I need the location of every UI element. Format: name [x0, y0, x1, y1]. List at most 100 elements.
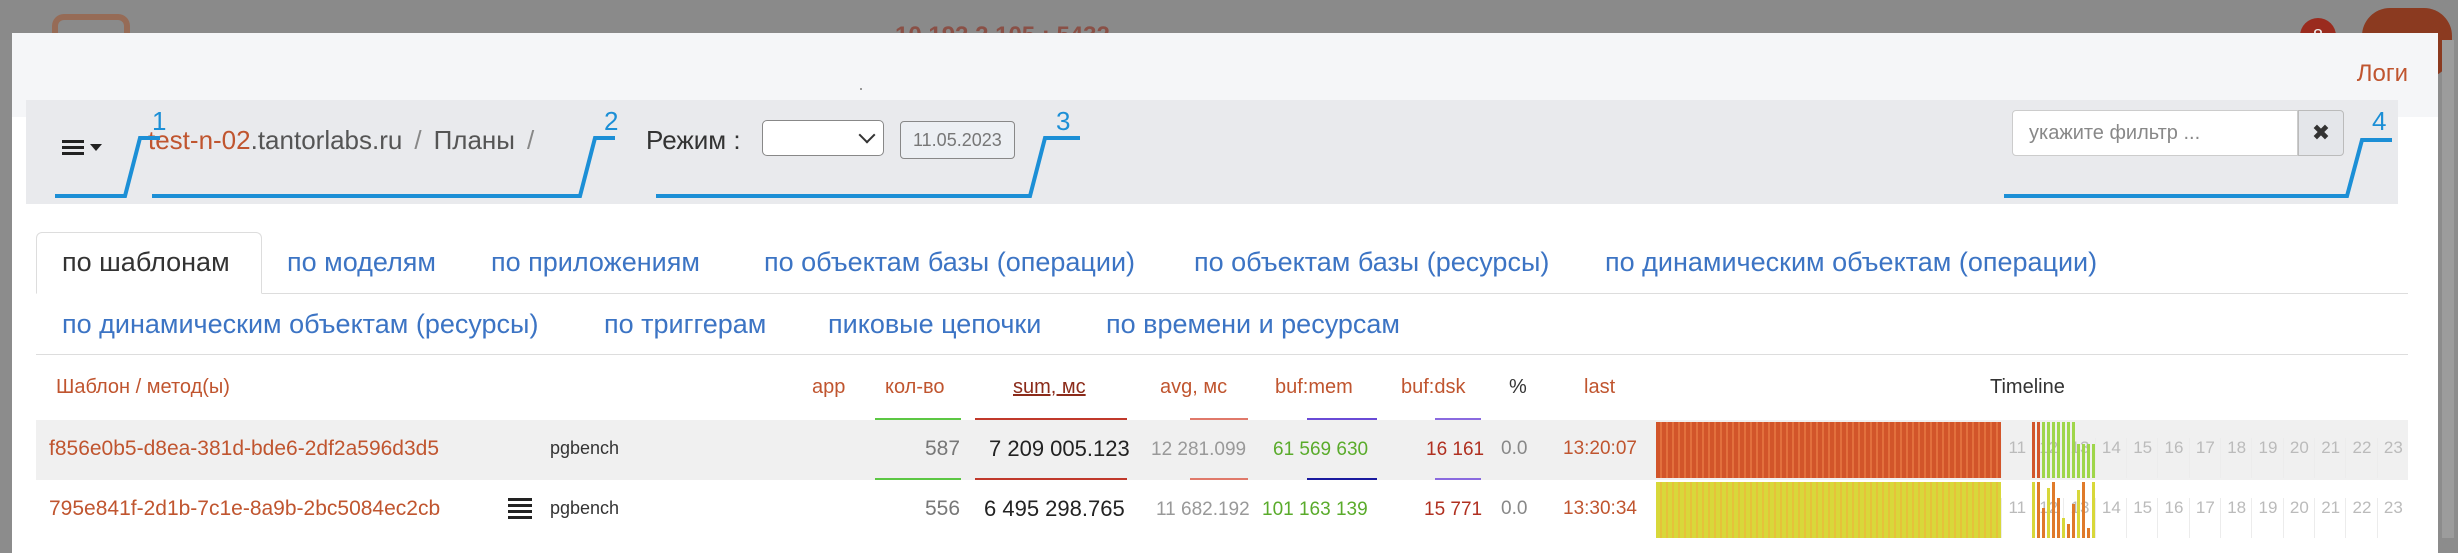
timeline-activity-bar: [2032, 422, 2035, 478]
table-row[interactable]: f856e0b5-d8ea-381d-bde6-2df2a596d3d5 pgb…: [36, 420, 2408, 480]
row-bufmem: 61 569 630: [1273, 439, 1369, 460]
close-icon: ✖: [2311, 120, 2331, 145]
timeline-activity-bar: [2082, 482, 2085, 538]
row-template-link[interactable]: 795e841f-2d1b-7c1e-8a9b-2bc5084ec2cb: [49, 497, 440, 521]
timeline-activity-bar: [2072, 504, 2075, 538]
filter-clear-button[interactable]: ✖: [2298, 110, 2344, 156]
row-app: pgbench: [550, 498, 620, 518]
row-pct: 0.0: [1501, 438, 1528, 459]
tab-dynamic-objects-operations[interactable]: по динамическим объектам (операции): [1605, 247, 2097, 278]
row-avg: 11 682.192: [1156, 499, 1250, 520]
row-bufdsk: 16 161: [1426, 439, 1485, 460]
timeline-hour-label: 20: [2282, 498, 2315, 538]
timeline-hour-label: 19: [2251, 438, 2283, 478]
timeline-activity-bar: [2077, 444, 2080, 478]
timeline-hour-label: 22: [2345, 438, 2377, 478]
timeline-activity-bar: [2042, 508, 2045, 538]
tab-by-models[interactable]: по моделям: [287, 247, 436, 278]
col-header-sum[interactable]: sum, мс: [1013, 376, 1086, 399]
col-header-template[interactable]: Шаблон / метод(ы): [56, 376, 230, 399]
timeline-activity-bar: [1656, 482, 2001, 538]
breadcrumb-host-suffix[interactable]: .tantorlabs.ru: [251, 125, 403, 155]
timeline-hour-label: 18: [2220, 438, 2252, 478]
timeline-activity-bar: [2067, 422, 2070, 478]
logs-link[interactable]: Логи: [2357, 60, 2408, 88]
callout-label-4: 4: [2372, 106, 2387, 136]
row-sum: 6 495 298.765: [984, 496, 1125, 521]
breadcrumb-section[interactable]: Планы: [434, 125, 515, 155]
row-timeline: 01234567891011121314151617181920212223: [1656, 422, 2408, 478]
col-header-pct[interactable]: %: [1509, 376, 1527, 399]
timeline-activity-bar: [2062, 422, 2065, 478]
col-header-timeline: Timeline: [1990, 376, 2065, 398]
timeline-hour-label: 16: [2157, 438, 2189, 478]
timeline-hour-label: 15: [2126, 498, 2158, 538]
timeline-activity-bar: [2077, 490, 2080, 538]
row-bufdsk: 15 771: [1424, 499, 1483, 520]
tab-by-applications[interactable]: по приложениям: [491, 247, 700, 278]
col-header-count[interactable]: кол-во: [885, 376, 945, 399]
row-pct: 0.0: [1501, 498, 1528, 519]
row-avg: 12 281.099: [1151, 439, 1247, 460]
row-count: 587: [925, 437, 961, 460]
date-button[interactable]: 11.05.2023: [900, 121, 1015, 159]
timeline-hour-label: 11: [2000, 438, 2033, 478]
toolbar: test-n-02.tantorlabs.ru / Планы / Режим : 1…: [26, 100, 2398, 204]
list-icon: [62, 139, 84, 155]
timeline-activity-bar: [2037, 422, 2040, 478]
timeline-activity-bar: [2032, 482, 2035, 538]
breadcrumb: test-n-02.tantorlabs.ru / Планы /: [148, 125, 546, 156]
timeline-hour-label: 23: [2376, 438, 2409, 478]
timeline-hour-label: 17: [2188, 438, 2221, 478]
col-header-app[interactable]: app: [812, 376, 845, 399]
timeline-hour-label: 20: [2282, 438, 2315, 478]
timeline-activity-bar: [2052, 482, 2055, 538]
row-timeline: 01234567891011121314151617181920212223: [1656, 482, 2408, 538]
row-last: 13:30:34: [1563, 498, 1637, 519]
tab-peak-chains[interactable]: пиковые цепочки: [828, 309, 1041, 340]
timeline-activity-bar: [2087, 444, 2090, 478]
callout-label-2: 2: [604, 106, 619, 136]
timeline-activity-bar: [2057, 422, 2060, 478]
timeline-activity-bar: [2047, 422, 2050, 478]
tabs-bottom-divider: [36, 354, 2408, 355]
timeline-hour-label: 18: [2220, 498, 2252, 538]
mode-label: Режим :: [646, 125, 741, 155]
mode-select[interactable]: [762, 120, 884, 156]
timeline-hour-label: 21: [2314, 438, 2346, 478]
timeline-hour-label: 11: [2000, 498, 2033, 538]
timeline-hour-label: 16: [2157, 498, 2189, 538]
timeline-activity-bar: [2092, 444, 2095, 478]
timeline-activity-bar: [2087, 528, 2090, 538]
timeline-hour-label: 14: [2094, 498, 2127, 538]
timeline-activity-bar: [2067, 524, 2070, 538]
timeline-hour-label: 15: [2126, 438, 2158, 478]
timeline-activity-bar: [2062, 518, 2065, 538]
col-header-bufmem[interactable]: buf:mem: [1275, 376, 1353, 399]
timeline-activity-bar: [2047, 488, 2050, 538]
filter-input[interactable]: [2012, 110, 2298, 156]
callout-label-3: 3: [1056, 106, 1071, 136]
tab-by-templates[interactable]: по шаблонам: [62, 247, 230, 278]
tab-db-objects-operations[interactable]: по объектам базы (операции): [764, 247, 1135, 278]
row-bufmem: 101 163 139: [1262, 499, 1368, 520]
timeline-activity-bar: [1656, 422, 2001, 478]
timeline-hour-label: 23: [2376, 498, 2409, 538]
col-header-last[interactable]: last: [1584, 376, 1615, 399]
col-header-avg[interactable]: avg, мс: [1160, 376, 1227, 399]
tab-dynamic-objects-resources[interactable]: по динамическим объектам (ресурсы): [62, 309, 538, 340]
tab-db-objects-resources[interactable]: по объектам базы (ресурсы): [1194, 247, 1549, 278]
table-row[interactable]: 795e841f-2d1b-7c1e-8a9b-2bc5084ec2cb pgb…: [36, 480, 2408, 540]
menu-dropdown-button[interactable]: [62, 124, 122, 170]
row-template-link[interactable]: f856e0b5-d8ea-381d-bde6-2df2a596d3d5: [49, 437, 439, 461]
timeline-hour-label: 22: [2345, 498, 2377, 538]
col-header-bufdsk[interactable]: buf:dsk: [1401, 376, 1465, 399]
timeline-activity-bar: [2057, 498, 2060, 538]
callout-label-1: 1: [152, 106, 167, 136]
timeline-hour-label: 19: [2251, 498, 2283, 538]
tab-time-and-resources[interactable]: по времени и ресурсам: [1106, 309, 1400, 340]
methods-list-icon[interactable]: [508, 498, 532, 519]
background-scrollbar[interactable]: [2442, 40, 2454, 538]
row-count: 556: [925, 497, 961, 520]
tab-by-triggers[interactable]: по триггерам: [604, 309, 766, 340]
